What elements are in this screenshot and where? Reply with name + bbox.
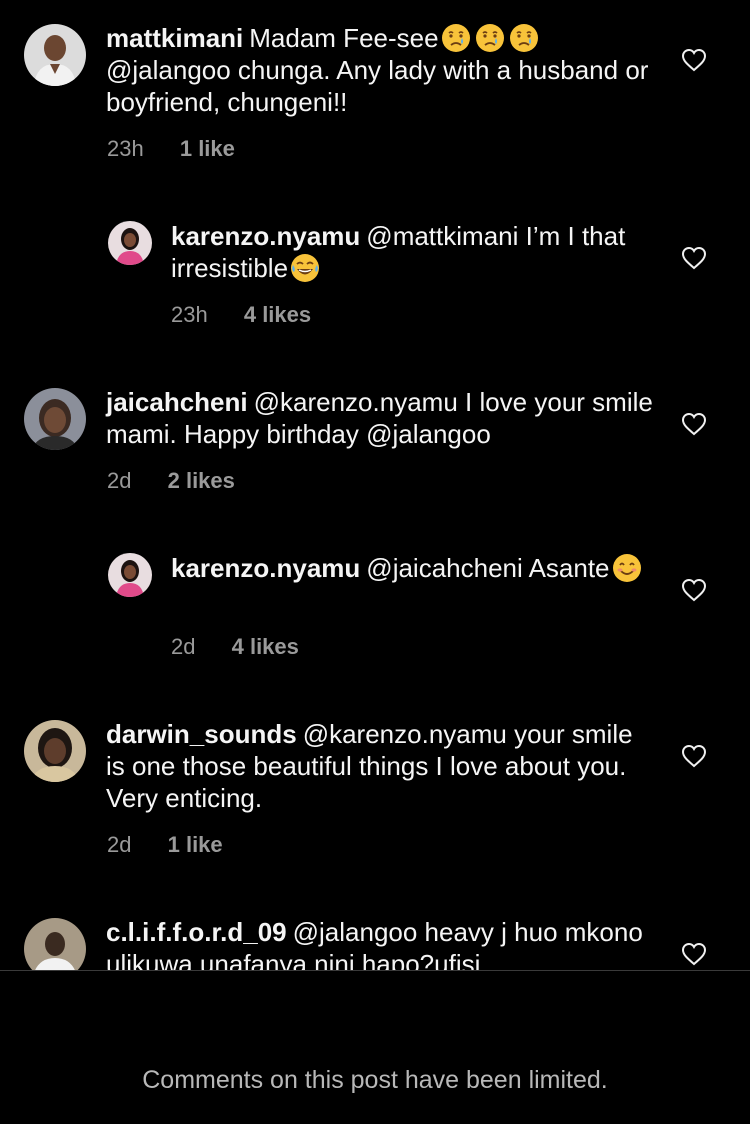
like-heart-icon[interactable] (681, 578, 707, 602)
avatar[interactable] (24, 388, 86, 450)
comment: jaicahcheni @karenzo.nyamu I love your sm… (0, 376, 750, 516)
comment-likes-count[interactable]: 1 like (180, 136, 235, 161)
comment-reply: karenzo.nyamu @jaicahcheni Asante 2d 4 li… (0, 542, 750, 682)
comment-likes-count[interactable]: 1 like (168, 832, 223, 857)
comment-reply: karenzo.nyamu @mattkimani I’m I that irre… (0, 210, 750, 350)
like-heart-icon[interactable] (681, 246, 707, 270)
comment-username[interactable]: jaicahcheni (106, 387, 248, 417)
comment-likes-count[interactable]: 2 likes (168, 468, 235, 493)
crying-face-icon (509, 23, 539, 53)
comment-text: Madam Fee-see (249, 23, 439, 53)
comment-timestamp: 2d (107, 468, 132, 493)
avatar[interactable] (24, 918, 86, 971)
comment-text: @jalangoo chunga. Any lady with a husban… (106, 55, 649, 117)
crying-face-icon (475, 23, 505, 53)
comment-likes-count[interactable]: 4 likes (244, 302, 311, 327)
comment: darwin_sounds @karenzo.nyamu your smile i… (0, 708, 750, 888)
comment-text: @jaicahcheni Asante (366, 553, 610, 583)
avatar[interactable] (108, 553, 152, 597)
avatar[interactable] (108, 221, 152, 265)
divider (0, 970, 750, 971)
comment-username[interactable]: c.l.i.f.f.o.r.d_09 (106, 917, 287, 947)
comments-list: mattkimani Madam Fee-see @jalangoo chunga.… (0, 0, 750, 971)
comments-limited-notice: Comments on this post have been limited. (142, 1066, 608, 1094)
comment-username[interactable]: mattkimani (106, 23, 243, 53)
comment-username[interactable]: darwin_sounds (106, 719, 297, 749)
comment-username[interactable]: karenzo.nyamu (171, 553, 360, 583)
comment: mattkimani Madam Fee-see @jalangoo chunga.… (0, 0, 750, 180)
comment-likes-count[interactable]: 4 likes (232, 634, 299, 659)
comment-timestamp: 2d (171, 634, 196, 659)
comment-username[interactable]: karenzo.nyamu (171, 221, 360, 251)
avatar[interactable] (24, 720, 86, 782)
like-heart-icon[interactable] (681, 412, 707, 436)
like-heart-icon[interactable] (681, 942, 707, 966)
smiling-face-icon (612, 553, 642, 583)
comment: c.l.i.f.f.o.r.d_09 @jalangoo heavy j huo … (0, 906, 750, 971)
comment-timestamp: 23h (171, 302, 208, 327)
comment-timestamp: 23h (107, 136, 144, 161)
crying-face-icon (441, 23, 471, 53)
like-heart-icon[interactable] (681, 744, 707, 768)
like-heart-icon[interactable] (681, 48, 707, 72)
tears-of-joy-icon (290, 253, 320, 283)
avatar[interactable] (24, 24, 86, 86)
comment-timestamp: 2d (107, 832, 132, 857)
